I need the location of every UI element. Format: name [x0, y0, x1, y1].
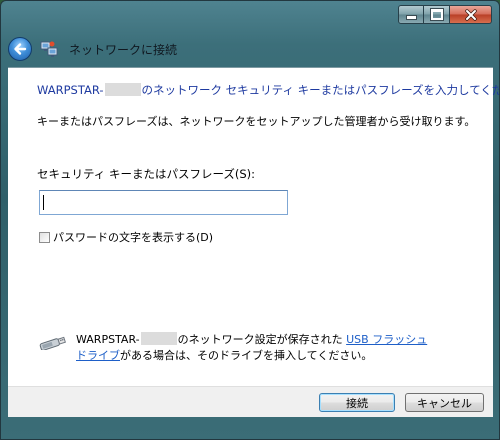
instruction-heading: WARPSTAR- のネットワーク セキュリティ キーまたはパスフレーズを入力して…	[37, 82, 500, 98]
minimize-icon	[405, 15, 417, 20]
usb-drive-icon	[39, 336, 66, 350]
show-characters-option[interactable]: パスワードの文字を表示する(D)	[39, 229, 213, 245]
minimize-button[interactable]	[398, 5, 424, 24]
dialog-content: WARPSTAR- のネットワーク セキュリティ キーまたはパスフレーズを入力して…	[8, 67, 499, 387]
security-key-label: セキュリティ キーまたはパスフレーズ(S):	[37, 167, 256, 181]
back-button[interactable]	[8, 37, 32, 61]
show-characters-checkbox[interactable]	[39, 231, 50, 243]
window-bottom-border	[1, 416, 499, 439]
heading-prefix: WARPSTAR-	[37, 83, 104, 97]
usb-drive-note: WARPSTAR- のネットワーク設定が保存された USB フラッシュ ドライブが…	[76, 332, 436, 364]
maximize-icon	[429, 8, 444, 21]
maximize-button[interactable]	[424, 5, 450, 24]
description-text: キーまたはパスフレーズは、ネットワークをセットアップした管理者から受け取ります。	[37, 115, 476, 128]
back-arrow-icon	[14, 43, 27, 55]
close-button[interactable]	[450, 5, 492, 24]
usb-note-middle: のネットワーク設定が保存された	[177, 333, 347, 346]
cancel-button[interactable]: キャンセル	[405, 393, 484, 412]
window-controls	[398, 5, 492, 25]
redacted-network-name	[104, 83, 141, 96]
usb-note-prefix: WARPSTAR-	[76, 333, 140, 346]
heading-suffix: のネットワーク セキュリティ キーまたはパスフレーズを入力してください	[141, 83, 500, 97]
text-caret	[43, 195, 44, 210]
usb-note-suffix: がある場合は、そのドライブを挿入してください。	[120, 349, 373, 362]
button-bar: 接続 キャンセル	[8, 386, 493, 417]
close-icon	[464, 8, 477, 21]
network-icon	[40, 41, 58, 57]
connect-button[interactable]: 接続	[319, 393, 395, 412]
redacted-network-name-2	[140, 332, 177, 345]
window-title: ネットワークに接続	[69, 42, 178, 57]
show-characters-label: パスワードの文字を表示する(D)	[53, 231, 214, 244]
header-row: ネットワークに接続	[1, 33, 499, 65]
dialog-window: ネットワークに接続 WARPSTAR- のネットワーク セキュリティ キーまたはパ…	[0, 0, 500, 440]
security-key-input[interactable]	[39, 190, 288, 215]
